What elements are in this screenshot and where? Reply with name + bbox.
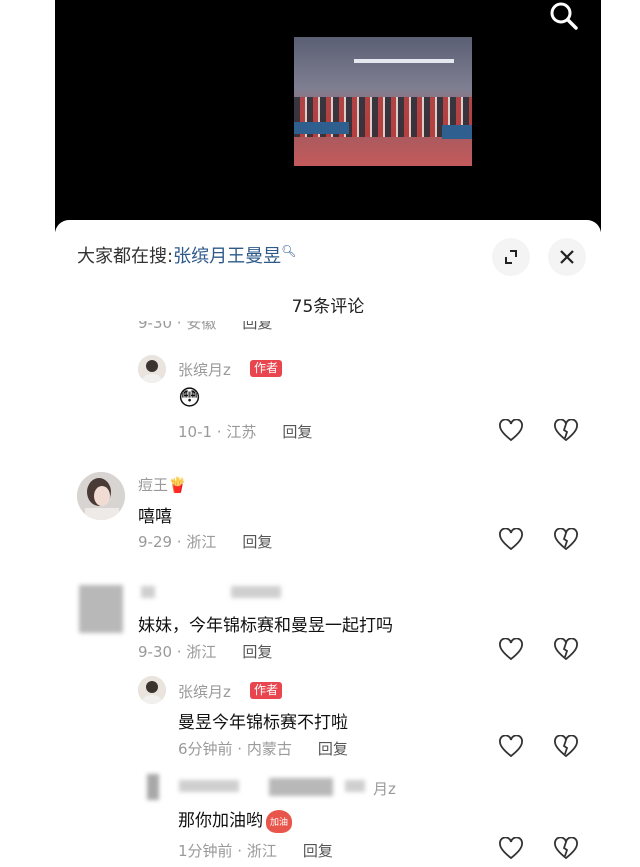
video-thumbnail (294, 37, 472, 166)
search-small-icon: 🔍︎ (281, 244, 297, 258)
comments-panel: 大家都在搜:张缤月王曼昱🔍︎ 75条评论 9-30 · 安徽 回复 张缤月z 作者… (55, 220, 601, 867)
comment-username[interactable]: 月z (373, 778, 396, 799)
avatar[interactable] (138, 355, 166, 383)
comment-meta: 6分钟前 · 内蒙古 回复 (178, 740, 348, 758)
author-badge: 作者 (250, 682, 283, 699)
pingpong-table (294, 122, 349, 134)
comment-meta: 1分钟前 · 浙江 回复 (178, 842, 333, 860)
heart-icon[interactable] (498, 528, 524, 552)
sticker-jiayou: 加油 (266, 809, 293, 833)
broken-heart-icon[interactable] (553, 419, 579, 443)
pingpong-table (442, 125, 472, 139)
hot-search-prefix: 大家都在搜: (77, 246, 174, 267)
cutoff-comment-row: 9-30 · 安徽 回复 (55, 321, 601, 335)
reply-button[interactable]: 回复 (282, 423, 312, 441)
comment-meta: 9-30 · 安徽 回复 (138, 321, 273, 332)
author-badge: 作者 (250, 360, 283, 377)
reply-button[interactable]: 回复 (318, 740, 348, 758)
comment-meta: 9-29 · 浙江 回复 (138, 533, 273, 551)
avatar-blurred[interactable] (79, 585, 123, 633)
broken-heart-icon[interactable] (553, 837, 579, 861)
broken-heart-icon[interactable] (553, 528, 579, 552)
ceiling-light (354, 59, 454, 63)
username-blurred (141, 586, 155, 598)
reply-button[interactable]: 回复 (242, 533, 272, 551)
comment-text: 妹妹，今年锦标赛和曼昱一起打吗 (138, 616, 393, 636)
hot-search-bar[interactable]: 大家都在搜:张缤月王曼昱🔍︎ (77, 242, 296, 268)
emoji-sticker: 😳 (178, 386, 201, 411)
avatar[interactable] (77, 472, 125, 520)
avatar[interactable] (138, 676, 166, 704)
comment-username[interactable]: 张缤月z (178, 359, 231, 380)
reply-button[interactable]: 回复 (242, 643, 272, 661)
broken-heart-icon[interactable] (553, 638, 579, 662)
heart-icon[interactable] (498, 419, 524, 443)
avatar-blurred[interactable] (147, 774, 159, 800)
hot-search-term[interactable]: 张缤月王曼昱 (173, 246, 281, 267)
comment-text: 那你加油哟 加油 (178, 806, 293, 833)
comment-meta: 9-30 · 浙江 回复 (138, 643, 273, 661)
comment-text: 曼昱今年锦标赛不打啦 (178, 713, 348, 733)
comment-count: 75条评论 (291, 297, 365, 317)
comment-username[interactable]: 张缤月z (178, 681, 231, 702)
comment-meta: 10-1 · 江苏 回复 (178, 423, 313, 441)
video-player[interactable] (55, 0, 601, 232)
comment-text: 嘻嘻 (138, 507, 172, 527)
expand-button[interactable] (492, 238, 530, 276)
username-blurred (179, 780, 239, 792)
username-blurred (345, 780, 365, 792)
search-icon[interactable] (545, 0, 581, 32)
heart-icon[interactable] (498, 735, 524, 759)
comment-username[interactable]: 痘王🍟 (138, 474, 187, 495)
heart-icon[interactable] (498, 638, 524, 662)
close-icon (560, 250, 574, 264)
reply-button[interactable]: 回复 (303, 842, 333, 860)
close-button[interactable] (548, 238, 586, 276)
username-blurred (231, 586, 281, 598)
heart-icon[interactable] (498, 837, 524, 861)
expand-icon (505, 250, 517, 264)
username-blurred (269, 778, 333, 796)
broken-heart-icon[interactable] (553, 735, 579, 759)
